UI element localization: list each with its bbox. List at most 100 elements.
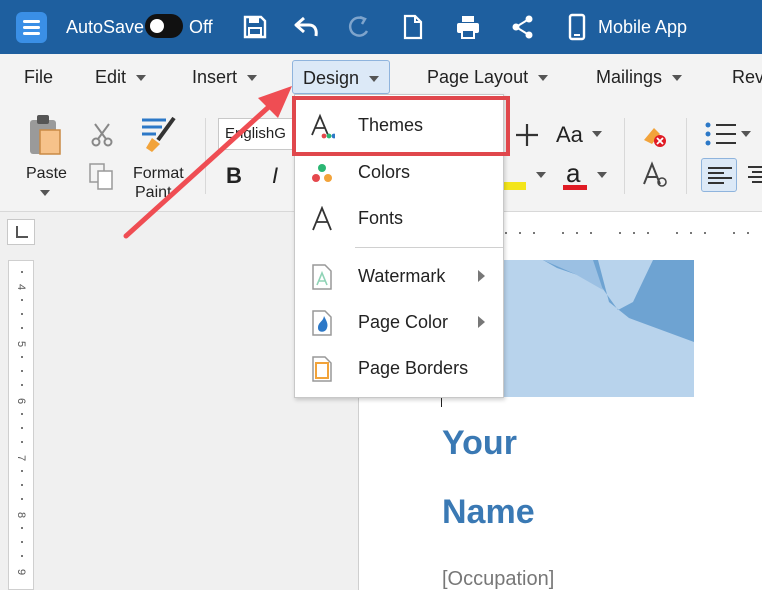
fonts-icon [312, 206, 332, 231]
menu-page-layout-label: Page Layout [427, 67, 529, 87]
new-document-icon[interactable] [398, 12, 428, 42]
print-icon[interactable] [453, 12, 483, 42]
ruler-tick [690, 232, 692, 234]
paste-icon[interactable] [26, 112, 64, 158]
align-center-icon[interactable] [748, 165, 762, 185]
cut-icon[interactable] [90, 122, 114, 148]
ruler-tick [619, 232, 621, 234]
ruler-tick [562, 232, 564, 234]
design-menu-colors-label: Colors [358, 162, 411, 182]
font-color-swatch [563, 185, 587, 190]
ruler-tick [576, 232, 578, 234]
ruler-tick [21, 555, 23, 557]
chevron-down-icon [672, 75, 683, 82]
autosave-state: Off [189, 17, 213, 37]
design-menu-page-borders[interactable]: Page Borders [295, 346, 503, 390]
design-menu-watermark[interactable]: Watermark [295, 254, 503, 298]
page-borders-icon [312, 356, 332, 382]
highlight-color-icon[interactable] [504, 162, 528, 192]
chevron-down-icon[interactable] [597, 172, 607, 178]
italic-button[interactable]: I [272, 163, 278, 189]
menu-page-layout[interactable]: Page Layout [427, 60, 549, 94]
ribbon-separator [686, 118, 687, 194]
menu-review-label: Rev [732, 67, 762, 87]
document-name-line1[interactable]: Your [442, 424, 517, 463]
ruler-number: 8 [15, 511, 28, 519]
profile-photo[interactable] [503, 260, 694, 397]
page-color-icon [312, 310, 332, 336]
format-painter-label[interactable]: Format [133, 165, 184, 183]
profile-photo-shape [503, 260, 694, 342]
vertical-ruler: 4 5 6 7 8 9 [8, 260, 34, 590]
ruler-tick [21, 313, 23, 315]
ruler-tick [21, 370, 23, 372]
ruler-tick [21, 299, 23, 301]
tab-stop-selector[interactable] [7, 219, 35, 245]
design-menu-fonts[interactable]: Fonts [295, 196, 503, 240]
menu-review[interactable]: Rev [732, 60, 762, 94]
menu-mailings-label: Mailings [596, 67, 663, 87]
menu-edit-label: Edit [95, 67, 127, 87]
ruler-tick [21, 356, 23, 358]
redo-icon[interactable] [345, 12, 375, 42]
design-menu-page-borders-label: Page Borders [358, 358, 469, 378]
share-icon[interactable] [508, 12, 538, 42]
chevron-down-icon[interactable] [592, 131, 602, 137]
format-painter-label-2[interactable]: Paint [135, 184, 171, 202]
ruler-tick [747, 232, 749, 234]
undo-icon[interactable] [292, 12, 322, 42]
ruler-tick [647, 232, 649, 234]
align-left-button[interactable] [701, 158, 737, 192]
change-case-button[interactable]: Aa [556, 122, 583, 148]
menu-design-label: Design [303, 68, 360, 88]
chevron-down-icon [538, 75, 549, 82]
ruler-tick [21, 413, 23, 415]
menu-mailings[interactable]: Mailings [596, 60, 683, 94]
mobile-app-label[interactable]: Mobile App [598, 17, 687, 38]
menu-insert[interactable]: Insert [192, 60, 258, 94]
dropdown-separator [355, 247, 503, 248]
ribbon-separator [205, 118, 206, 194]
ruler-tick [21, 498, 23, 500]
mobile-app-icon[interactable] [562, 12, 592, 42]
ruler-tick [505, 232, 507, 234]
chevron-down-icon[interactable] [741, 131, 751, 137]
bullet-list-icon[interactable] [704, 120, 738, 148]
horizontal-ruler [503, 220, 762, 246]
clear-formatting-icon[interactable] [638, 120, 668, 150]
ribbon-separator [624, 118, 625, 194]
chevron-down-icon [136, 75, 147, 82]
ruler-tick [733, 232, 735, 234]
autosave-toggle[interactable] [145, 14, 183, 38]
ruler-number: 5 [15, 340, 28, 348]
ruler-tick [590, 232, 592, 234]
watermark-icon [312, 264, 332, 290]
design-menu-page-color[interactable]: Page Color [295, 300, 503, 344]
menu-file[interactable]: File [24, 60, 53, 94]
grow-font-icon[interactable] [512, 120, 542, 150]
ruler-tick [21, 327, 23, 329]
document-name-line2[interactable]: Name [442, 493, 535, 532]
text-effects-icon[interactable] [640, 160, 670, 190]
menu-design[interactable]: Design [292, 60, 391, 94]
design-menu-fonts-label: Fonts [358, 208, 404, 228]
design-menu-colors[interactable]: Colors [295, 150, 503, 194]
ruler-tick [676, 232, 678, 234]
font-name-select[interactable]: EnglishG [218, 118, 298, 150]
chevron-down-icon[interactable] [40, 190, 50, 196]
ruler-tick [533, 232, 535, 234]
bold-button[interactable]: B [226, 163, 242, 189]
ruler-tick [21, 484, 23, 486]
ruler-number: 4 [15, 283, 28, 291]
menu-insert-label: Insert [192, 67, 238, 87]
app-logo-icon[interactable] [16, 12, 47, 43]
save-icon[interactable] [240, 12, 270, 42]
align-left-icon [708, 167, 732, 184]
copy-icon[interactable] [88, 162, 116, 192]
submenu-arrow-icon [478, 270, 485, 282]
chevron-down-icon[interactable] [536, 172, 546, 178]
menu-edit[interactable]: Edit [95, 60, 147, 94]
document-occupation[interactable]: [Occupation] [442, 568, 554, 590]
format-painter-icon[interactable] [138, 114, 180, 156]
paste-label[interactable]: Paste [26, 165, 67, 183]
